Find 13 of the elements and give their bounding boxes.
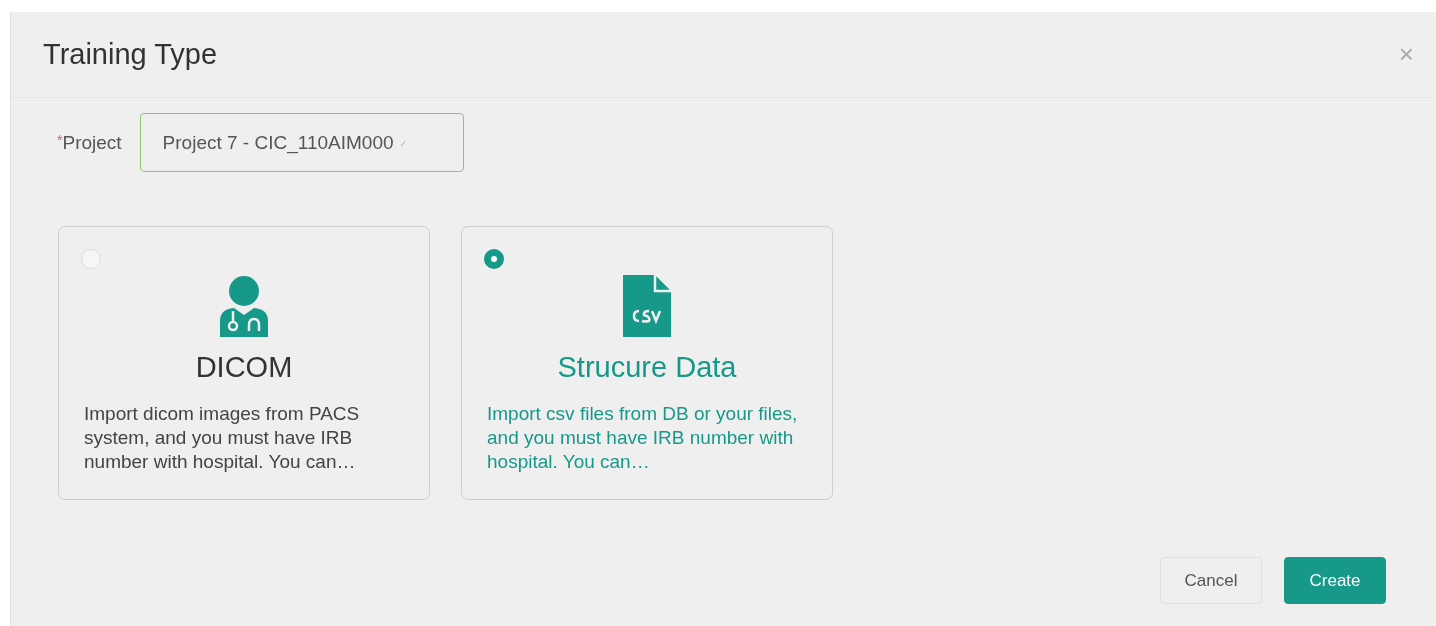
- caret-icon: [399, 138, 406, 147]
- project-select[interactable]: Project 7 - CIC_110AIM000: [139, 113, 464, 172]
- option-title: Strucure Data: [557, 350, 737, 385]
- dialog-title: Training Type: [43, 38, 218, 71]
- csv-file-icon: [623, 275, 671, 337]
- create-button[interactable]: Create: [1284, 557, 1386, 604]
- option-card[interactable]: DICOM Import dicom images from PACS system, and you must have IRB number with hospital. You can…: [58, 226, 430, 500]
- field-label: *Project: [57, 131, 122, 154]
- radio-button[interactable]: [484, 249, 504, 269]
- option-description: Import csv files from DB or your files, and you must have IRB number with hospital. You can…: [487, 402, 799, 474]
- cancel-button[interactable]: Cancel: [1160, 557, 1262, 604]
- option-description: Import dicom images from PACS system, and you must have IRB number with hospital. You can…: [84, 402, 361, 474]
- option-title: DICOM: [195, 350, 293, 385]
